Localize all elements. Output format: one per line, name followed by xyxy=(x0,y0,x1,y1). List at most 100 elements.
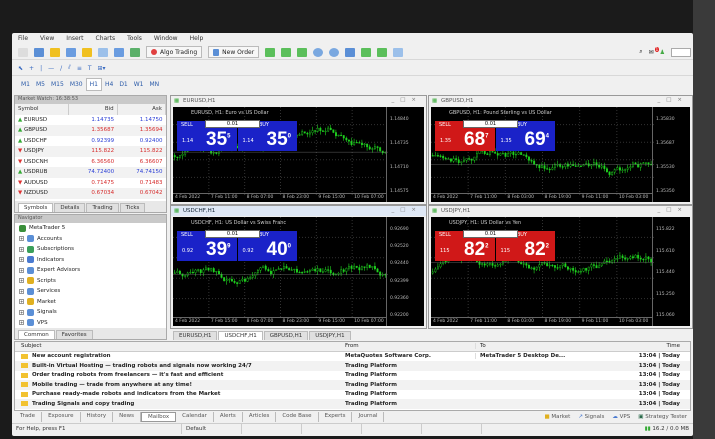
timeframe-m5[interactable]: M5 xyxy=(33,79,48,90)
chart-tab-gbpusd[interactable]: GBPUSD,H1 xyxy=(263,331,309,340)
mail-row[interactable]: New account registration MetaQuotes Soft… xyxy=(15,351,690,361)
chart-titlebar[interactable]: ▦ EURUSD,H1 _□× xyxy=(171,96,426,106)
market-icon[interactable] xyxy=(50,47,60,57)
mail-row[interactable]: Built-in Virtual Hosting — trading robot… xyxy=(15,361,690,371)
expand-icon[interactable]: + xyxy=(19,320,24,326)
tab-favorites[interactable]: Favorites xyxy=(55,330,93,339)
nav-item-indicators[interactable]: + Indicators xyxy=(15,255,166,266)
expand-icon[interactable]: + xyxy=(19,267,24,273)
candlesticks-icon[interactable] xyxy=(281,47,292,57)
tab-common[interactable]: Common xyxy=(18,330,55,339)
timeframe-h4[interactable]: H4 xyxy=(102,79,116,90)
timeframe-m15[interactable]: M15 xyxy=(48,79,67,90)
toolbox-tab-history[interactable]: History xyxy=(81,411,114,422)
mail-row[interactable]: Mobile trading — trade from anywhere at … xyxy=(15,380,690,390)
toolbox-icon[interactable] xyxy=(98,47,108,57)
expand-icon[interactable]: + xyxy=(19,236,24,242)
chart-tab-usdchf[interactable]: USDCHF,H1 xyxy=(218,331,263,340)
market-watch-row[interactable]: ▲ EURUSD 1.14735 1.14750 xyxy=(15,115,166,126)
metaeditor-icon[interactable] xyxy=(130,47,140,57)
col-bid[interactable]: Bid xyxy=(68,104,118,115)
toolbox-tab-exposure[interactable]: Exposure xyxy=(42,411,81,422)
timeframe-d1[interactable]: D1 xyxy=(116,79,130,90)
notifications-icon[interactable]: ✉ 1 xyxy=(649,46,660,56)
text-icon[interactable]: T xyxy=(88,65,92,72)
trendline-icon[interactable]: / xyxy=(60,65,62,72)
toolbox-tab-calendar[interactable]: Calendar xyxy=(176,411,214,422)
menu-help[interactable]: Help xyxy=(190,35,204,42)
col-from[interactable]: From xyxy=(345,343,475,349)
algo-trading-button[interactable]: Algo Trading xyxy=(146,46,203,58)
menu-tools[interactable]: Tools xyxy=(127,35,142,42)
nav-item-signals[interactable]: + Signals xyxy=(15,307,166,318)
expand-icon[interactable]: + xyxy=(19,246,24,252)
tile-windows-icon[interactable] xyxy=(345,47,356,57)
profiles-icon[interactable] xyxy=(34,47,44,57)
nav-item-vps[interactable]: + VPS xyxy=(15,318,166,329)
search-field[interactable] xyxy=(671,47,691,57)
zoom-in-icon[interactable] xyxy=(313,47,324,57)
col-symbol[interactable]: Symbol xyxy=(15,104,70,115)
mail-row[interactable]: Trading Signals and copy trading Trading… xyxy=(15,399,690,409)
new-order-button[interactable]: New Order xyxy=(208,46,260,58)
equidistant-channel-icon[interactable]: ⫽ xyxy=(68,64,71,72)
chart-window-gbpusd[interactable]: ▦ GBPUSD,H1 _□× GBPUSD, H1: Pound Sterling… xyxy=(428,95,693,205)
strategy-tester-button[interactable]: ▣ Strategy Tester xyxy=(638,414,687,420)
autoscroll-icon[interactable] xyxy=(361,47,372,57)
chart-titlebar[interactable]: ▦ USDCHF,H1 _□× xyxy=(171,206,426,216)
vertical-line-icon[interactable]: | xyxy=(40,65,42,72)
lot-size-input[interactable]: 0.01 xyxy=(463,230,518,238)
market-watch-row[interactable]: ▼ NZDUSD 0.67034 0.67042 xyxy=(15,188,166,199)
market-watch-row[interactable]: ▲ USDRUB 74.72400 74.74150 xyxy=(15,167,166,178)
tab-trading[interactable]: Trading xyxy=(86,203,119,212)
menu-window[interactable]: Window xyxy=(154,35,178,42)
lot-size-input[interactable]: 0.01 xyxy=(205,120,260,128)
toolbox-tab-news[interactable]: News xyxy=(113,411,141,422)
chart-tab-eurusd[interactable]: EURUSD,H1 xyxy=(173,331,218,340)
expand-icon[interactable]: + xyxy=(19,309,24,315)
chart-canvas[interactable]: USDJPY, H1: US Dollar vs Yen SELL 115 822 … xyxy=(431,217,690,326)
window-controls[interactable]: _□× xyxy=(657,97,688,103)
horizontal-line-icon[interactable]: — xyxy=(48,65,54,72)
chart-canvas[interactable]: USDCHF, H1: US Dollar vs Swiss Franc SEL… xyxy=(173,217,424,326)
tab-symbols[interactable]: Symbols xyxy=(18,203,54,212)
market-watch-row[interactable]: ▼ AUDUSD 0.71475 0.71483 xyxy=(15,178,166,189)
toolbox-tab-journal[interactable]: Journal xyxy=(352,411,385,422)
market-watch-row[interactable]: ▼ USDJPY 115.822 115.822 xyxy=(15,146,166,157)
account-icon[interactable]: ♟ xyxy=(660,49,665,56)
mail-row[interactable]: Purchase ready-made robots and indicator… xyxy=(15,389,690,399)
signals-button[interactable]: ↗ Signals xyxy=(578,414,604,420)
nav-item-expert-advisors[interactable]: + Expert Advisors xyxy=(15,265,166,276)
nav-item-accounts[interactable]: + Accounts xyxy=(15,234,166,245)
window-controls[interactable]: _□× xyxy=(391,207,422,213)
timeframe-m30[interactable]: M30 xyxy=(67,79,86,90)
nav-item-services[interactable]: + Services xyxy=(15,286,166,297)
nav-root[interactable]: MetaTrader 5 xyxy=(15,223,166,234)
timeframe-w1[interactable]: W1 xyxy=(131,79,147,90)
menu-file[interactable]: File xyxy=(18,35,28,42)
toolbox-tab-articles[interactable]: Articles xyxy=(243,411,277,422)
data-window-icon[interactable] xyxy=(66,47,76,57)
shapes-icon[interactable]: ⊞▾ xyxy=(98,65,106,72)
chart-shift-icon[interactable] xyxy=(377,47,388,57)
nav-item-scripts[interactable]: + Scripts xyxy=(15,276,166,287)
toolbox-tab-trade[interactable]: Trade xyxy=(14,411,43,422)
search-icon[interactable]: ⌕ xyxy=(639,48,642,56)
timeframe-mn[interactable]: MN xyxy=(147,79,163,90)
col-ask[interactable]: Ask xyxy=(117,104,167,115)
menu-insert[interactable]: Insert xyxy=(66,35,83,42)
nav-item-market[interactable]: + Market xyxy=(15,297,166,308)
col-time[interactable]: Time xyxy=(605,343,690,349)
toolbox-tab-code-base[interactable]: Code Base xyxy=(276,411,319,422)
menu-view[interactable]: View xyxy=(40,35,54,42)
chart-canvas[interactable]: EURUSD, H1: Euro vs US Dollar SELL 1.14 35… xyxy=(173,107,424,202)
expand-icon[interactable]: + xyxy=(19,257,24,263)
window-controls[interactable]: _□× xyxy=(657,207,688,213)
expand-icon[interactable]: + xyxy=(19,299,24,305)
chart-titlebar[interactable]: ▦ GBPUSD,H1 _□× xyxy=(429,96,692,106)
chart-window-usdjpy[interactable]: ▦ USDJPY,H1 _□× USDJPY, H1: US Dollar vs Y… xyxy=(428,205,693,329)
toolbox-tab-mailbox[interactable]: Mailbox xyxy=(140,411,177,422)
line-chart-icon[interactable] xyxy=(297,47,308,57)
crosshair-icon[interactable]: + xyxy=(29,65,34,72)
tab-details[interactable]: Details xyxy=(54,203,86,212)
